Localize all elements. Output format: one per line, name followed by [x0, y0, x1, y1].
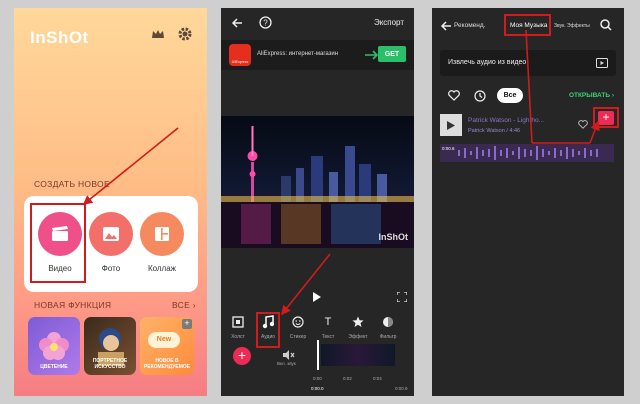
extract-audio-row[interactable]: Извлечь аудио из видео: [440, 50, 616, 76]
city-skyline-image: [221, 126, 414, 248]
help-icon[interactable]: ?: [259, 16, 272, 29]
track-item[interactable]: Patrick Watson - Lightho... Patrick Wats…: [440, 114, 616, 138]
timeline-clip[interactable]: [321, 344, 395, 366]
heart-icon[interactable]: [578, 120, 588, 129]
play-icon[interactable]: [312, 292, 322, 302]
gear-icon[interactable]: [177, 26, 193, 42]
video-preview[interactable]: InShOt: [221, 116, 414, 248]
video-highlight-box: [30, 203, 86, 283]
mute-icon[interactable]: [283, 350, 295, 360]
arrow-right-icon: [365, 50, 379, 60]
search-icon[interactable]: [600, 19, 612, 31]
feature-card-new[interactable]: New + НОВОЕ В РЕКОМЕНДУЕМОЕ: [140, 317, 194, 375]
feature-card-portrait[interactable]: ПОРТРЕТНОЕ ИСКУССТВО: [84, 317, 136, 375]
feature-card-bloom[interactable]: ЦВЕТЕНИЕ: [28, 317, 80, 375]
crown-icon[interactable]: [150, 26, 166, 42]
photo-button[interactable]: [89, 212, 133, 256]
play-icon: [447, 120, 455, 130]
svg-text:?: ?: [263, 18, 268, 27]
text-icon: T: [324, 316, 332, 328]
add-clip-button[interactable]: +: [233, 347, 251, 365]
audio-highlight-box: [256, 312, 280, 348]
ad-text: AliExpress: интернет-магазин: [257, 51, 339, 57]
ruler-tick: 0:00: [313, 376, 322, 381]
tab-recommended[interactable]: Рекоменд.: [454, 22, 485, 29]
ad-banner[interactable]: AliExpress AliExpress: интернет-магазин …: [221, 40, 414, 70]
add-track-highlight-box: [593, 107, 619, 128]
collage-icon: [155, 227, 169, 241]
get-button[interactable]: GET: [378, 46, 406, 62]
image-icon: [103, 227, 119, 241]
tool-effect[interactable]: Эффект: [343, 314, 373, 340]
audio-waveform[interactable]: 0:00.6: [440, 144, 614, 162]
extract-audio-label: Извлечь аудио из видео: [448, 59, 527, 66]
track-title: Patrick Watson - Lightho...: [468, 117, 544, 124]
export-button[interactable]: Экспорт: [374, 18, 404, 27]
tool-canvas[interactable]: Холст: [223, 314, 253, 340]
ruler-tick: 0:04: [373, 376, 382, 381]
track-play-button[interactable]: [440, 114, 462, 136]
new-feature-heading: НОВАЯ ФУНКЦИЯ: [34, 300, 112, 310]
aliexpress-logo: AliExpress: [229, 44, 251, 66]
tool-text[interactable]: T Текст: [313, 314, 343, 340]
inshot-music-screen: Рекоменд. Моя Музыка Звук. Эффекты Извле…: [432, 8, 624, 396]
video-file-icon: [596, 58, 608, 68]
filter-icon: [383, 317, 393, 327]
see-all-link[interactable]: ВСЕ ›: [172, 300, 196, 310]
clock-icon[interactable]: [474, 90, 486, 102]
smiley-icon: [292, 316, 304, 328]
wave-time: 0:00.6: [442, 146, 455, 151]
collage-label: Коллаж: [147, 264, 177, 273]
canvas-icon: [232, 316, 244, 328]
inshot-logo: InShOt: [30, 28, 89, 47]
new-badge: New: [148, 332, 180, 348]
end-time: 0:00.9: [395, 386, 408, 391]
current-time: 0:00.0: [311, 386, 324, 391]
back-arrow-icon[interactable]: [231, 17, 243, 29]
inshot-watermark: InShOt: [378, 232, 409, 242]
tool-sticker[interactable]: Стикер: [283, 314, 313, 340]
waveform-bars: [458, 146, 598, 160]
playhead[interactable]: [317, 340, 319, 370]
filter-row: Все ОТКРЫВАТЬ ›: [432, 86, 624, 106]
mute-label: Вкл. звук: [277, 361, 296, 366]
fullscreen-icon[interactable]: [397, 292, 407, 302]
my-music-highlight-box: [504, 14, 551, 36]
tab-sound-effects[interactable]: Звук. Эффекты: [554, 23, 590, 29]
track-subtitle: Patrick Watson / 4:46: [468, 128, 521, 134]
open-button[interactable]: ОТКРЫВАТЬ ›: [569, 92, 614, 99]
heart-icon[interactable]: [448, 90, 460, 101]
back-arrow-icon[interactable]: [440, 20, 452, 32]
tool-filter[interactable]: Фильтр: [373, 314, 403, 340]
collage-button[interactable]: [140, 212, 184, 256]
editor-top-bar: ? Экспорт: [221, 8, 414, 38]
add-icon: +: [182, 319, 192, 329]
all-filter-pill[interactable]: Все: [497, 88, 523, 103]
star-icon: [352, 316, 364, 327]
inshot-home-screen: InShOt СОЗДАТЬ НОВОЕ Видео Фото Коллаж Н…: [14, 8, 207, 396]
create-new-heading: СОЗДАТЬ НОВОЕ: [34, 179, 110, 189]
inshot-editor-screen: ? Экспорт AliExpress AliExpress: интерне…: [221, 8, 414, 396]
ruler-tick: 0:02: [343, 376, 352, 381]
